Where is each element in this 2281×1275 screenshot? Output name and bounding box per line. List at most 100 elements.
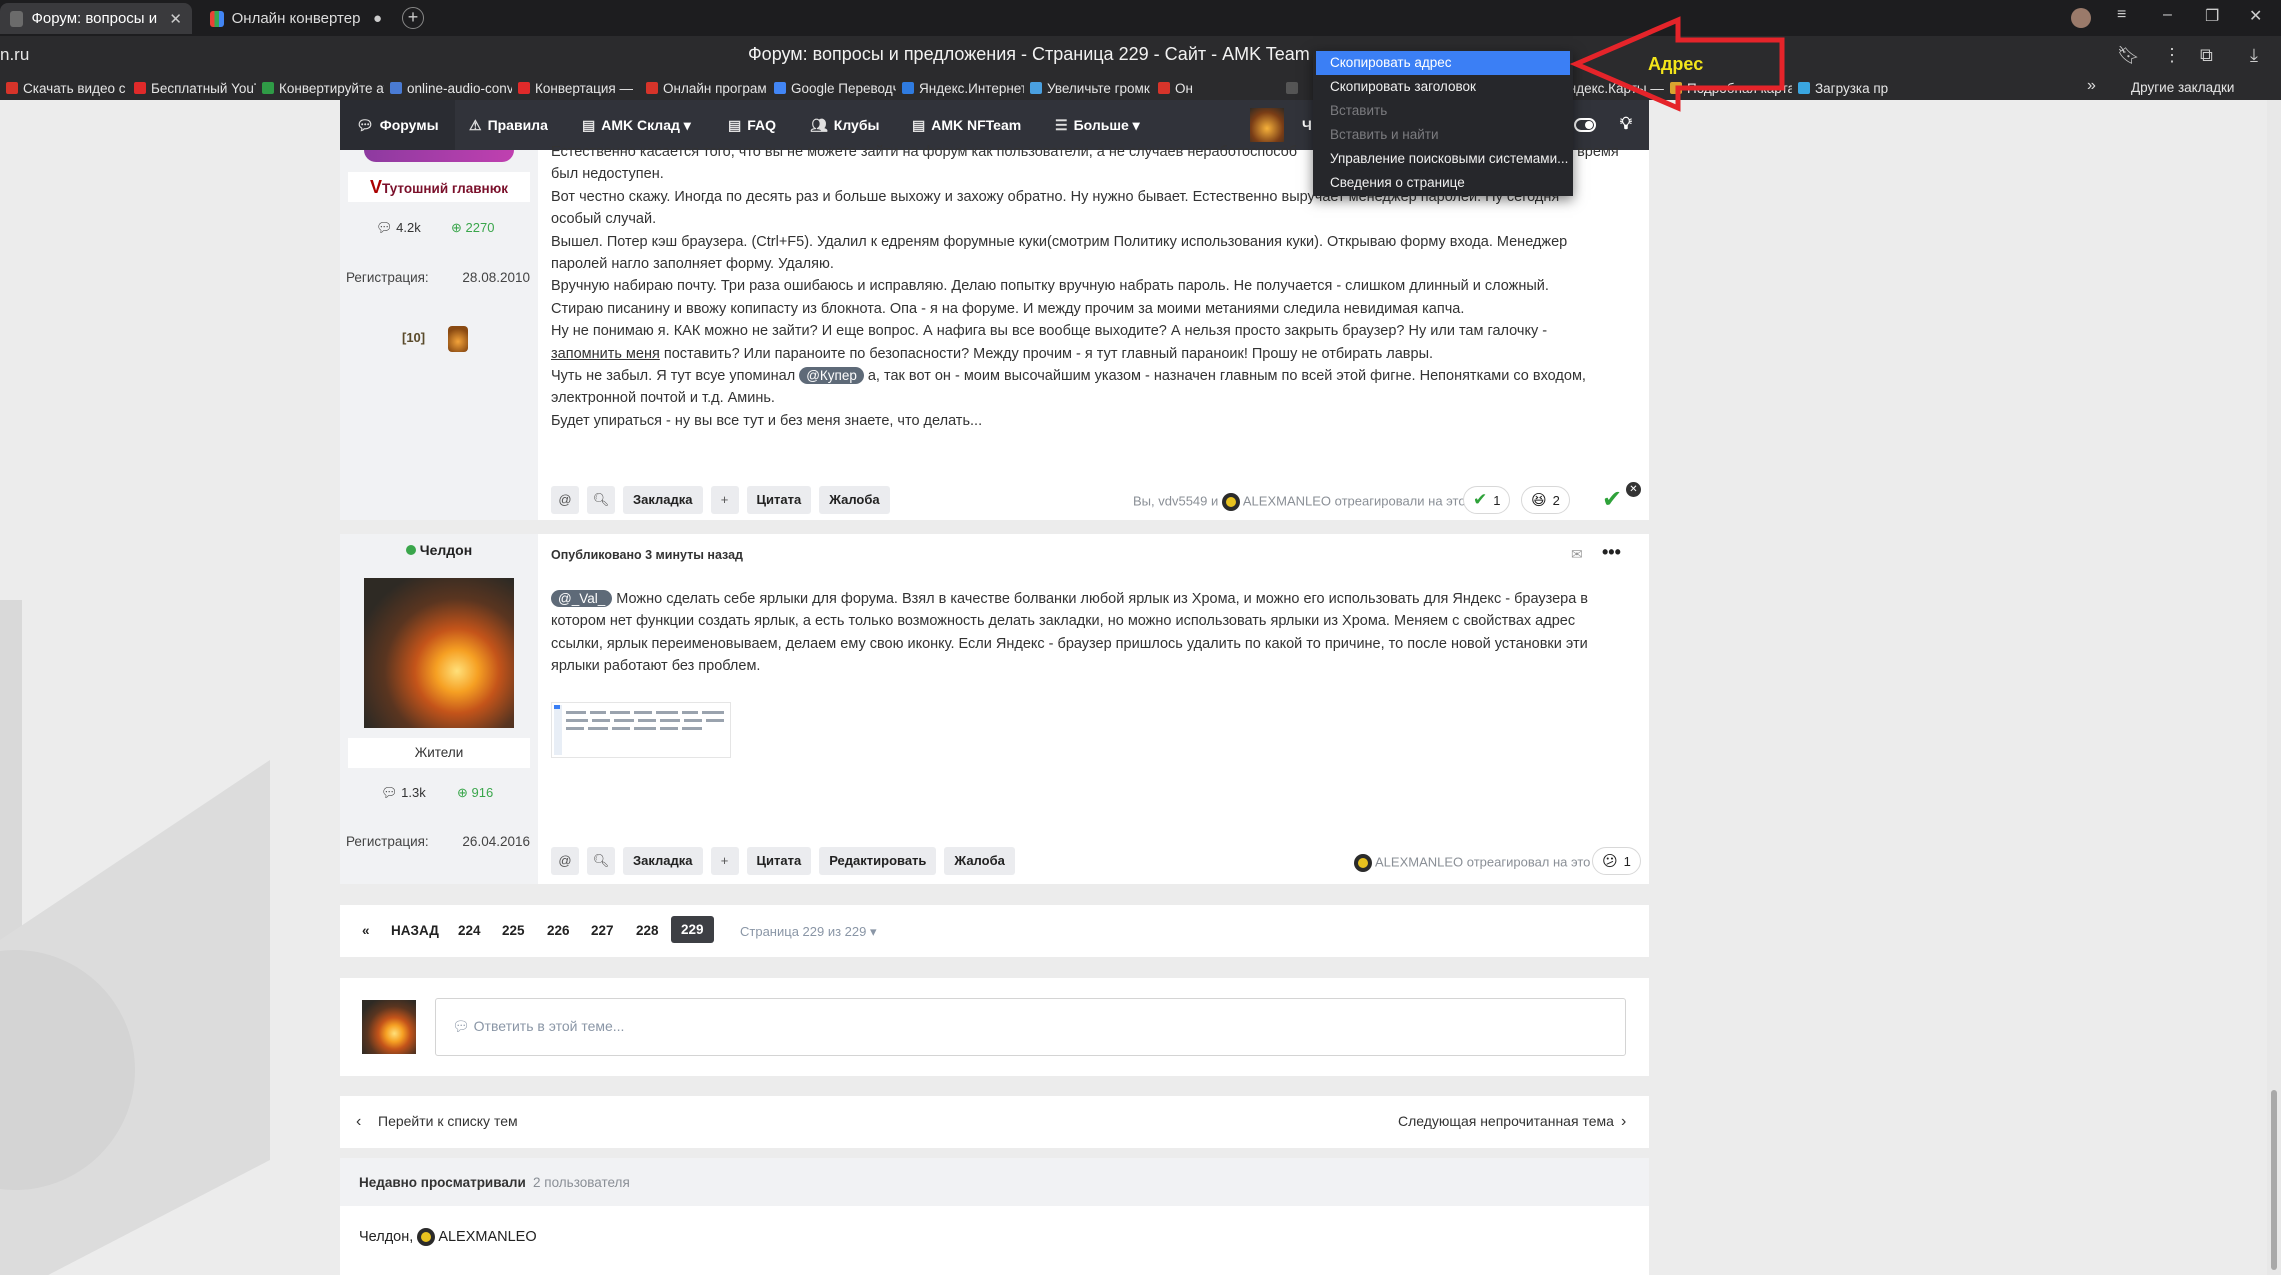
nav-warehouse[interactable]: ▤ AMK Склад ▾: [582, 117, 691, 134]
bookmark-item[interactable]: Бесплатный YouT: [128, 81, 256, 96]
minimize-icon[interactable]: –: [2163, 6, 2172, 24]
manage-search-engines-menu-item[interactable]: Управление поисковыми системами...: [1316, 147, 1570, 171]
nav-rules[interactable]: ⚠ Правила: [469, 117, 548, 134]
extensions-icon[interactable]: ⧉: [2200, 45, 2213, 66]
next-unread-topic-link[interactable]: Следующая непрочитанная тема: [1398, 1113, 1614, 1129]
remove-reaction-icon[interactable]: ✕: [1626, 482, 1641, 497]
lightbulb-icon[interactable]: 💡︎: [1620, 114, 1632, 134]
recent-user-link[interactable]: ALEXMANLEO: [438, 1229, 536, 1245]
prev-page-button[interactable]: НАЗАД: [391, 923, 439, 938]
page-scrollbar[interactable]: [2267, 100, 2281, 1275]
scrollbar-thumb[interactable]: [2271, 1090, 2277, 1270]
reaction-like[interactable]: ✔ 1: [1463, 486, 1511, 514]
browser-tab-active[interactable]: Форум: вопросы и пре ✕: [0, 3, 192, 34]
user-avatar[interactable]: [1250, 108, 1284, 142]
message-icon[interactable]: ✉: [1571, 546, 1583, 563]
user-mention[interactable]: @Купер: [799, 367, 864, 385]
page-link[interactable]: 226: [547, 923, 570, 938]
plus-icon[interactable]: +: [710, 847, 739, 875]
bookmark-item[interactable]: Он: [1152, 81, 1280, 96]
restore-icon[interactable]: ❐: [2205, 6, 2219, 26]
download-icon[interactable]: ⤓: [2250, 45, 2258, 66]
bookmark-button[interactable]: Закладка: [623, 486, 703, 514]
menu-icon[interactable]: ≡: [2117, 6, 2126, 24]
bookmark-item[interactable]: Google Переводч: [768, 81, 896, 96]
browser-tab-converter[interactable]: Онлайн конвертер изо ●: [200, 3, 392, 34]
author-avatar[interactable]: [364, 150, 514, 162]
reactions-summary[interactable]: Вы, vdv5549 и ALEXMANLEO отреагировали н…: [1133, 493, 1466, 511]
remember-me-link[interactable]: запомнить меня: [551, 346, 660, 362]
quote-button[interactable]: Цитата: [746, 486, 812, 514]
nav-more[interactable]: ☰ Больше ▾: [1055, 117, 1140, 134]
bookmark-item[interactable]: online-audio-conv: [384, 81, 512, 96]
current-user-avatar[interactable]: [362, 1000, 416, 1054]
react-checkmark-icon[interactable]: ✔: [1602, 485, 1622, 514]
bookmark-item[interactable]: Конвертируйте ау: [256, 81, 384, 96]
nav-rules-label: Правила: [487, 117, 548, 133]
user-mention[interactable]: @_Val_: [551, 590, 613, 607]
reaction-laugh[interactable]: 😆︎ 2: [1521, 486, 1570, 514]
audio-dot-icon[interactable]: ●: [373, 10, 382, 27]
address-url[interactable]: n.ru: [0, 45, 29, 65]
bookmark-favicon-icon: [1286, 82, 1298, 94]
other-bookmarks[interactable]: Другие закладки: [2131, 80, 2234, 95]
reactions-summary[interactable]: ALEXMANLEO отреагировал на это: [1354, 854, 1590, 872]
badge-fire-icon: [448, 326, 468, 352]
mention-icon[interactable]: @: [551, 486, 579, 514]
user-name-initial[interactable]: Ч: [1302, 117, 1312, 133]
plus-icon[interactable]: +: [710, 486, 739, 514]
author-avatar[interactable]: [364, 578, 514, 728]
nav-nfteam-label: AMK NFTeam: [931, 117, 1022, 133]
new-tab-button[interactable]: +: [402, 7, 424, 29]
report-button[interactable]: Жалоба: [819, 486, 890, 514]
reply-input[interactable]: 💬︎ Ответить в этой теме...: [435, 998, 1626, 1056]
bookmark-item[interactable]: Конвертация —: [512, 81, 640, 96]
quote-button[interactable]: Цитата: [746, 847, 812, 875]
nav-clubs[interactable]: 👥︎ Клубы: [810, 117, 879, 134]
address-page-title[interactable]: Форум: вопросы и предложения - Страница …: [748, 44, 1310, 65]
page-jump-dropdown[interactable]: Страница 229 из 229 ▾: [740, 924, 877, 940]
nav-faq[interactable]: ▤ FAQ: [728, 117, 776, 134]
chevron-left-icon[interactable]: ‹: [356, 1113, 361, 1131]
reaction-confused[interactable]: 😕︎ 1: [1592, 847, 1641, 875]
page-link[interactable]: 227: [591, 923, 614, 938]
bookmark-icon[interactable]: 🔖︎: [2117, 45, 2140, 66]
search-icon[interactable]: 🔍︎: [587, 486, 615, 514]
profile-avatar-icon[interactable]: [2071, 8, 2091, 28]
chevron-right-icon[interactable]: ›: [1621, 1113, 1626, 1131]
copy-address-menu-item[interactable]: Скопировать адрес: [1316, 51, 1570, 75]
page-link[interactable]: 224: [458, 923, 481, 938]
recently-viewed-header: Недавно просматривали 2 пользователя: [340, 1158, 1649, 1206]
page-info-menu-item[interactable]: Сведения о странице: [1316, 171, 1570, 195]
bookmarks-overflow-icon[interactable]: »: [2087, 77, 2096, 95]
mention-icon[interactable]: @: [551, 847, 579, 875]
report-button[interactable]: Жалоба: [944, 847, 1015, 875]
bookmark-item[interactable]: Загрузка пр: [1792, 81, 1920, 96]
bookmark-label: Он: [1175, 80, 1193, 96]
close-icon[interactable]: ✕: [169, 10, 182, 28]
recent-user-link[interactable]: Челдон,: [359, 1229, 413, 1245]
bookmark-item[interactable]: Онлайн програм: [640, 81, 768, 96]
copy-title-menu-item[interactable]: Скопировать заголовок: [1316, 75, 1570, 99]
theme-toggle[interactable]: [1574, 118, 1596, 132]
page-link[interactable]: 225: [502, 923, 525, 938]
search-icon[interactable]: 🔍︎: [587, 847, 615, 875]
bookmark-button[interactable]: Закладка: [623, 847, 703, 875]
back-to-topics-link[interactable]: Перейти к списку тем: [378, 1113, 518, 1129]
more-vertical-icon[interactable]: ⋮: [2163, 45, 2181, 66]
attachment-thumbnail[interactable]: [551, 702, 731, 758]
close-window-icon[interactable]: ✕: [2249, 6, 2262, 26]
nav-nfteam[interactable]: ▤ AMK NFTeam: [912, 117, 1021, 134]
bookmark-item[interactable]: Увеличьте громк: [1024, 81, 1152, 96]
current-page[interactable]: 229: [671, 916, 714, 943]
nav-forums[interactable]: 💬︎ Форумы: [356, 117, 439, 134]
post-menu-icon[interactable]: •••: [1602, 542, 1621, 563]
first-page-icon[interactable]: «: [362, 923, 370, 938]
bookmark-item[interactable]: Яндекс.Интернет: [896, 81, 1024, 96]
page-link[interactable]: 228: [636, 923, 659, 938]
author-name[interactable]: Челдон: [340, 542, 538, 558]
address-bar[interactable]: n.ru Форум: вопросы и предложения - Стра…: [0, 36, 2281, 76]
bookmark-item[interactable]: Скачать видео с Ю: [0, 81, 128, 96]
edit-button[interactable]: Редактировать: [819, 847, 937, 875]
document-icon: ▤: [582, 117, 596, 133]
